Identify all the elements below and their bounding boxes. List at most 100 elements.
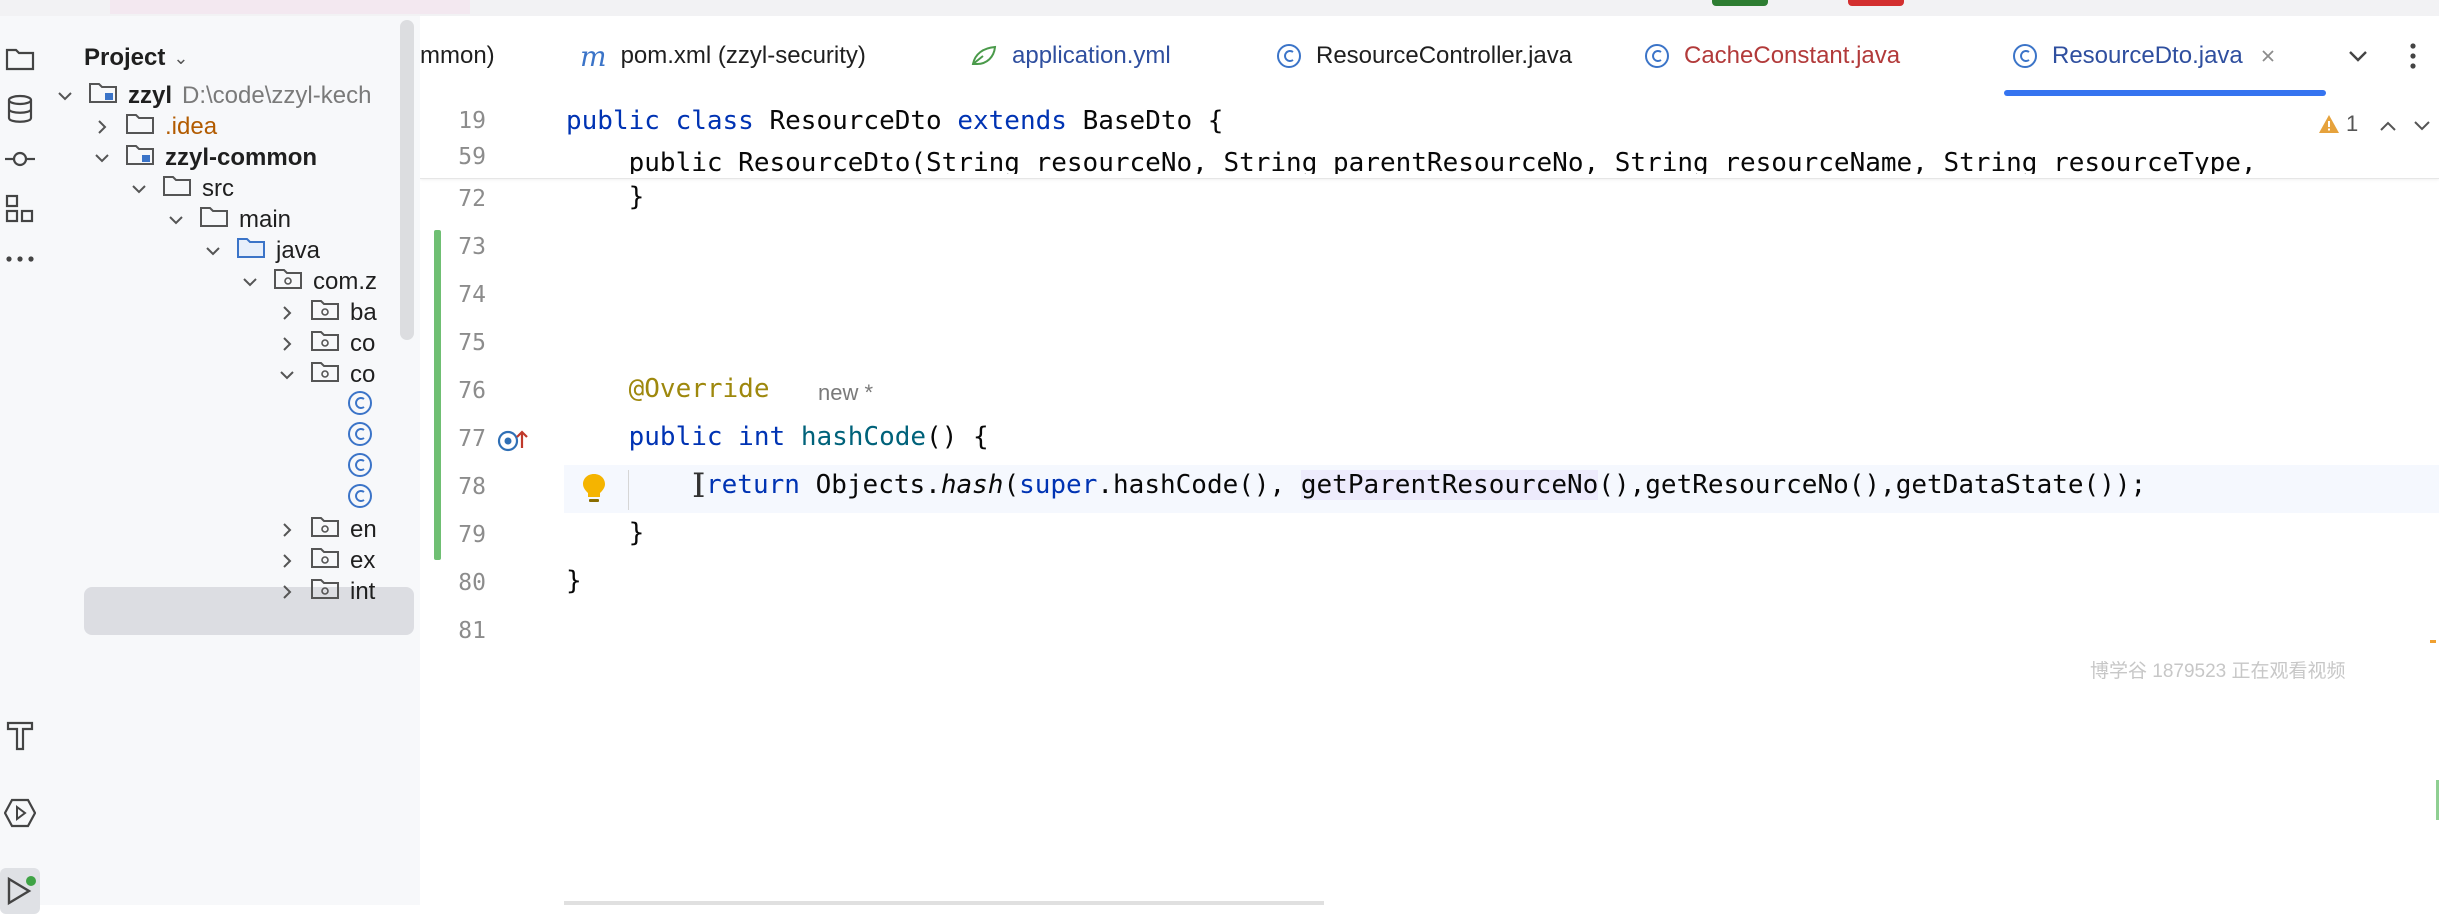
editor-tab[interactable]: ResourceDto.java <box>2012 36 2275 76</box>
code-line-19: public class ResourceDto extends BaseDto… <box>566 106 1223 136</box>
structure-icon[interactable] <box>0 186 40 232</box>
tree-item-label: co <box>350 330 376 357</box>
chevron-down-icon[interactable] <box>54 91 76 101</box>
line-number: 74 <box>458 282 486 308</box>
chevron-down-icon[interactable] <box>239 277 261 287</box>
video-watermark: 博学谷 1879523 正在观看视频 <box>2090 661 2346 682</box>
tree-item-label: zzyl-common <box>165 144 318 171</box>
chevron-right-icon[interactable] <box>276 554 298 568</box>
project-header[interactable]: Project ⌄ <box>84 42 188 74</box>
class-icon <box>347 390 373 423</box>
package-icon <box>310 360 340 391</box>
run-button-edge[interactable] <box>1712 0 1768 6</box>
package-icon <box>273 267 303 298</box>
title-bar-decoration <box>110 0 470 14</box>
title-bar-strip <box>0 0 2439 16</box>
tab-label: ResourceController.java <box>1316 42 1573 69</box>
editor-gutter <box>420 100 564 905</box>
code-token: ResourceDto <box>769 106 958 136</box>
chevron-down-icon[interactable] <box>202 246 224 256</box>
chevron-down-icon[interactable]: ⌄ <box>173 48 188 69</box>
line-number: 80 <box>458 570 486 596</box>
editor-tab-bar: mmon) m pom.xml (zzyl-security) application… <box>420 16 2439 101</box>
line-number: 79 <box>458 522 486 548</box>
editor-tab[interactable]: ResourceController.java <box>1276 36 1572 76</box>
tree-item-label: com.z <box>313 268 378 295</box>
code-line-77: public int hashCode() { <box>566 422 989 452</box>
line-number: 78 <box>458 474 486 500</box>
module-icon <box>125 143 155 174</box>
folder-icon <box>162 174 192 205</box>
run-icon[interactable] <box>0 868 40 914</box>
tab-more-icon[interactable] <box>2410 36 2416 76</box>
services-icon[interactable] <box>0 790 40 836</box>
project-folder-icon[interactable] <box>0 36 40 82</box>
horizontal-scrollbar[interactable] <box>564 901 1324 905</box>
override-gutter-icon[interactable] <box>496 426 530 459</box>
scrollbar-marker[interactable] <box>2430 640 2436 643</box>
line-number: 59 <box>458 144 486 170</box>
spring-config-icon <box>970 44 998 68</box>
line-number: 77 <box>458 426 486 452</box>
commit-icon[interactable] <box>0 136 40 182</box>
tab-label: CacheConstant.java <box>1684 42 1901 69</box>
tab-label: pom.xml (zzyl-security) <box>620 42 866 69</box>
chevron-down-icon[interactable] <box>91 153 113 163</box>
lightbulb-icon[interactable] <box>580 472 608 509</box>
code-token: public int <box>566 422 801 452</box>
package-icon <box>310 515 340 546</box>
class-icon <box>1276 43 1302 69</box>
tree-item-label: co <box>350 361 376 388</box>
editor-tab[interactable]: CacheConstant.java <box>1644 36 1900 76</box>
project-scrollbar[interactable] <box>400 20 414 340</box>
warning-count: 1 <box>2346 111 2359 136</box>
editor-tab[interactable]: application.yml <box>970 36 1171 76</box>
line-number: 75 <box>458 330 486 356</box>
code-token: () { <box>926 422 989 452</box>
inspection-widget[interactable]: 1 <box>2318 106 2430 142</box>
line-number: 73 <box>458 234 486 260</box>
chevron-right-icon[interactable] <box>276 306 298 320</box>
folder-icon <box>199 205 229 236</box>
code-editor[interactable]: 19 public class ResourceDto extends Base… <box>420 100 2439 905</box>
highlighted-usage: getParentResourceNo <box>1300 470 1599 500</box>
previous-highlight-icon[interactable] <box>2380 111 2396 137</box>
chevron-right-icon[interactable] <box>91 120 113 134</box>
inlay-author-hint[interactable]: new * <box>818 380 873 406</box>
chevron-right-icon[interactable] <box>276 585 298 599</box>
tree-item-path: D:\code\zzyl-kech <box>182 82 372 109</box>
more-icon[interactable] <box>0 236 40 282</box>
close-tab-icon[interactable] <box>2261 42 2275 70</box>
chevron-right-icon[interactable] <box>276 337 298 351</box>
editor-tab[interactable]: m pom.xml (zzyl-security) <box>580 36 866 76</box>
line-number: 19 <box>458 108 486 134</box>
mouse-text-cursor: I <box>692 466 706 506</box>
package-icon <box>310 329 340 360</box>
tree-item-label: ex <box>350 547 376 574</box>
code-token: super <box>1019 470 1098 500</box>
tree-item[interactable]: int <box>276 574 375 610</box>
next-highlight-icon[interactable] <box>2414 111 2430 137</box>
class-icon <box>347 483 373 516</box>
tab-list-chevron-icon[interactable] <box>2348 36 2368 76</box>
project-title: Project <box>84 44 166 71</box>
database-icon[interactable] <box>0 86 40 132</box>
tab-label: mmon) <box>420 42 495 69</box>
code-token: hash <box>940 470 1004 500</box>
editor-tab[interactable]: mmon) <box>420 36 495 76</box>
chevron-right-icon[interactable] <box>276 523 298 537</box>
chevron-down-icon[interactable] <box>276 370 298 380</box>
tool-window-strip <box>0 16 46 914</box>
sticky-separator <box>420 178 2439 179</box>
class-icon <box>1644 43 1670 69</box>
stop-button-edge[interactable] <box>1848 0 1904 6</box>
project-tool-window: Project ⌄ zzyl D:\code\zzyl-kech .idea zzyl… <box>46 16 420 905</box>
code-line-59: public ResourceDto(String resourceNo, St… <box>566 138 2257 174</box>
tree-item-label: main <box>239 206 292 233</box>
module-icon <box>88 81 118 112</box>
chevron-down-icon[interactable] <box>128 184 150 194</box>
class-icon <box>347 421 373 454</box>
chevron-down-icon[interactable] <box>165 215 187 225</box>
code-line-78: return Objects.hash(super.hashCode(), ge… <box>706 470 2146 500</box>
build-hammer-icon[interactable] <box>0 712 40 758</box>
